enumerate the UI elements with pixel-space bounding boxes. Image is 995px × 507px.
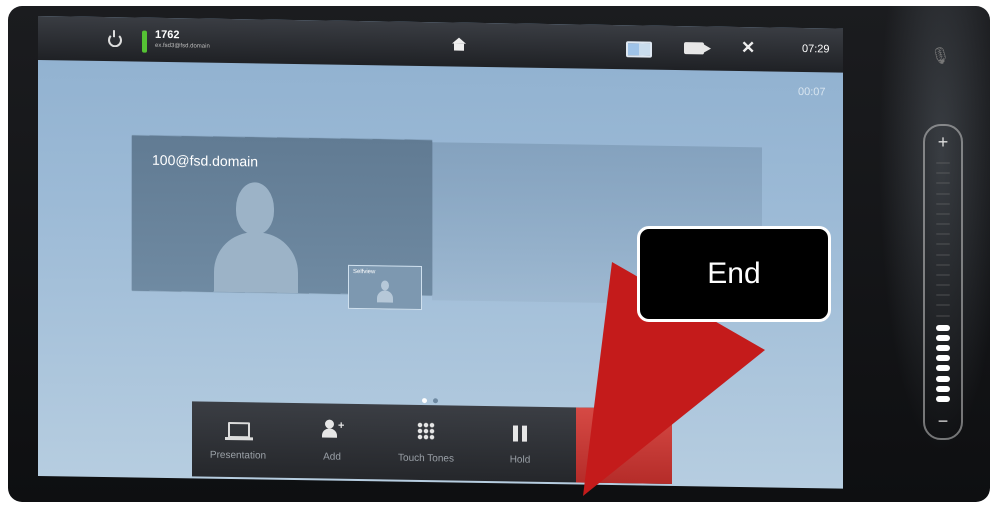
presentation-label: Presentation — [209, 449, 267, 462]
laptop-icon — [228, 421, 250, 439]
call-number: 1762 — [155, 28, 180, 42]
selfview-label: Selfview — [353, 268, 376, 276]
layout-icon[interactable] — [626, 41, 652, 58]
volume-segment — [936, 395, 950, 402]
camera-icon[interactable] — [684, 42, 704, 55]
volume-segment — [936, 345, 950, 351]
touch-panel-device: 1762 ex.fsd3@fsd.domain ✕ 07:29 00:07 10… — [8, 6, 990, 502]
selfview-silhouette-icon — [377, 280, 393, 303]
volume-segment — [936, 223, 950, 225]
page-dot[interactable] — [422, 398, 427, 404]
pause-icon — [513, 425, 527, 441]
call-timer: 00:07 — [798, 85, 826, 99]
volume-segment — [936, 182, 950, 185]
end-call-button[interactable] — [576, 407, 672, 484]
selfview-tile[interactable]: Selfview — [348, 264, 422, 311]
touch-tones-button[interactable]: Touch Tones — [380, 404, 472, 480]
volume-segment — [936, 253, 950, 256]
volume-segment — [936, 294, 950, 297]
volume-segment — [936, 212, 950, 215]
mic-mute-icon[interactable]: 🎙 — [930, 46, 950, 66]
volume-segment — [936, 172, 950, 175]
page-dot[interactable] — [433, 398, 438, 404]
add-button[interactable]: + Add — [286, 403, 378, 479]
volume-segment — [936, 273, 950, 276]
remote-video-tile[interactable]: 100@fsd.domain Selfview — [132, 135, 432, 311]
status-bar: 1762 ex.fsd3@fsd.domain ✕ 07:29 — [38, 16, 843, 73]
volume-down-button[interactable]: − — [925, 411, 961, 432]
volume-segment — [936, 202, 950, 205]
volume-segment — [936, 162, 950, 164]
volume-segment — [936, 263, 950, 266]
hold-label: Hold — [509, 454, 531, 466]
volume-segment — [936, 233, 950, 236]
presentation-button[interactable]: Presentation — [192, 401, 284, 477]
volume-segment — [936, 243, 950, 246]
end-callout-label: End — [637, 226, 831, 322]
volume-segment — [936, 284, 950, 286]
volume-segment — [936, 385, 950, 392]
power-icon[interactable] — [108, 33, 122, 48]
volume-segment — [936, 314, 950, 317]
tools-icon[interactable]: ✕ — [741, 38, 755, 58]
add-label: Add — [323, 451, 341, 463]
status-led — [142, 30, 147, 53]
volume-segment — [936, 365, 950, 372]
touch-tones-label: Touch Tones — [398, 452, 454, 465]
volume-segment — [936, 375, 950, 382]
add-user-icon: + — [322, 419, 346, 441]
volume-segment — [936, 304, 950, 307]
hold-button[interactable]: Hold — [474, 406, 566, 482]
remote-participant-name: 100@fsd.domain — [152, 151, 259, 170]
volume-segment — [936, 192, 950, 195]
call-address: ex.fsd3@fsd.domain — [155, 42, 210, 50]
volume-control[interactable]: + − — [923, 124, 963, 440]
volume-segment — [936, 334, 950, 341]
home-icon[interactable] — [452, 37, 466, 44]
volume-segment — [936, 355, 950, 362]
keypad-icon — [417, 421, 435, 441]
volume-segment — [936, 324, 950, 331]
person-silhouette-icon — [214, 182, 298, 294]
volume-up-button[interactable]: + — [925, 132, 961, 153]
clock: 07:29 — [802, 43, 830, 56]
